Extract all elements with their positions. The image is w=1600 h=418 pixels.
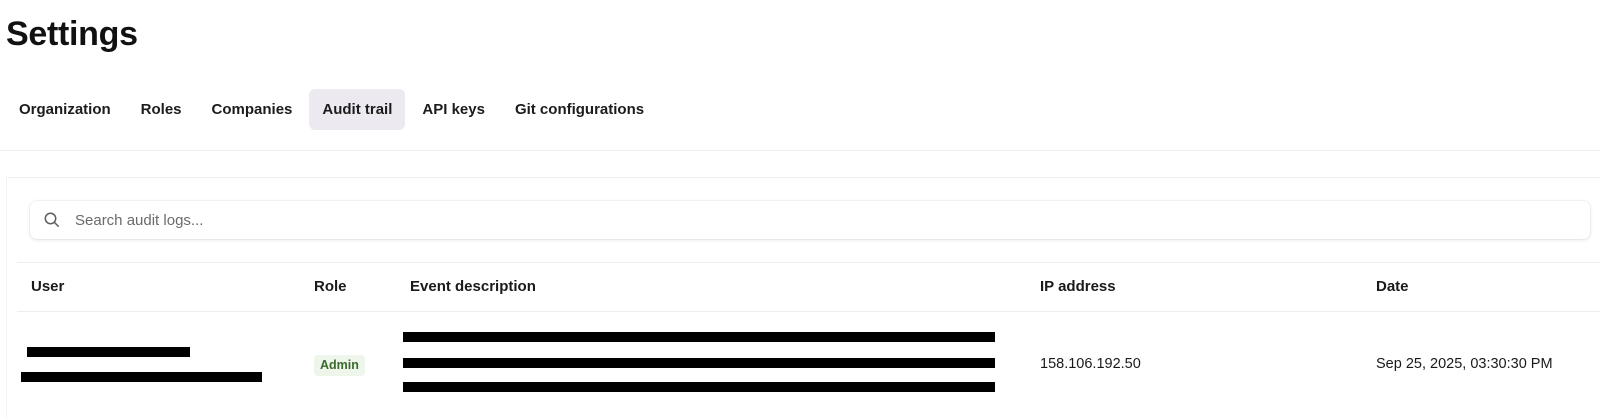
tab-organization[interactable]: Organization: [6, 89, 124, 130]
redaction-bar: [21, 372, 262, 382]
tabs-divider: [0, 150, 1600, 151]
tab-roles[interactable]: Roles: [128, 89, 195, 130]
table-row[interactable]: Admin 158.106.192.50 Sep 25, 2025, 03:30…: [17, 312, 1600, 418]
column-header-ip-address[interactable]: IP address: [1040, 263, 1116, 311]
search-input[interactable]: [73, 204, 1590, 236]
settings-page: Settings Organization Roles Companies Au…: [0, 0, 1600, 418]
table-header: User Role Event description IP address D…: [17, 263, 1600, 312]
page-title: Settings: [6, 15, 138, 53]
role-badge: Admin: [314, 355, 365, 376]
column-header-event-description[interactable]: Event description: [410, 263, 536, 311]
redaction-bar: [403, 382, 995, 392]
date-cell: Sep 25, 2025, 03:30:30 PM: [1376, 356, 1553, 372]
search-box[interactable]: [30, 201, 1590, 239]
redaction-bar: [27, 347, 190, 357]
settings-tabs: Organization Roles Companies Audit trail…: [6, 89, 661, 130]
audit-log-card: User Role Event description IP address D…: [6, 177, 1600, 418]
user-cell: [17, 312, 307, 418]
redaction-bar: [403, 358, 995, 368]
event-description-cell: [402, 312, 1002, 418]
column-header-user[interactable]: User: [31, 263, 64, 311]
column-header-role[interactable]: Role: [314, 263, 347, 311]
redaction-bar: [403, 332, 995, 342]
column-header-date[interactable]: Date: [1376, 263, 1409, 311]
search-icon: [43, 211, 61, 229]
tab-git-configurations[interactable]: Git configurations: [502, 89, 657, 130]
tab-companies[interactable]: Companies: [199, 89, 306, 130]
ip-address-cell: 158.106.192.50: [1040, 356, 1141, 372]
tab-audit-trail[interactable]: Audit trail: [309, 89, 406, 130]
tab-api-keys[interactable]: API keys: [409, 89, 498, 130]
